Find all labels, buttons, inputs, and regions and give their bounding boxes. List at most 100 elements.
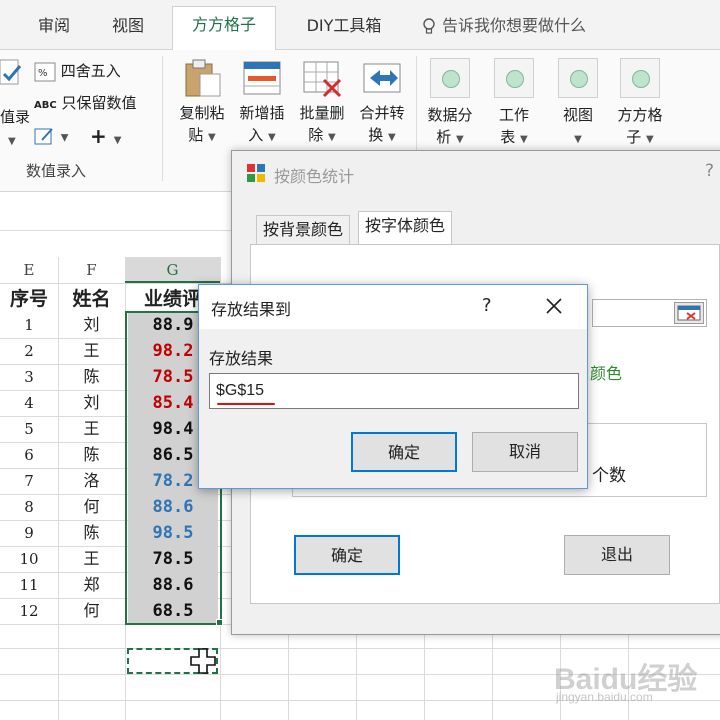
tab-by-background-color[interactable]: 按背景颜色 (256, 215, 351, 245)
batch-delete-label-1: 批量删 (299, 104, 345, 122)
cell-row-number[interactable]: 3 (0, 364, 58, 390)
grid-line (0, 648, 720, 649)
round-icon: % (34, 62, 56, 81)
insert-label-1: 新增插 (239, 104, 285, 122)
cell-row-number[interactable]: 1 (0, 312, 58, 338)
close-button[interactable] (537, 290, 571, 322)
data-analysis-label-1: 数据分 (427, 106, 473, 124)
cell-name[interactable]: 何 (58, 494, 125, 520)
tab-review[interactable]: 审阅 (26, 8, 82, 50)
column-header-e[interactable]: E (0, 257, 58, 283)
cell-name[interactable]: 王 (58, 338, 125, 364)
cell-row-number[interactable]: 7 (0, 468, 58, 494)
worksheet-label-1: 工作 (498, 106, 529, 124)
chevron-down-icon: ▼ (8, 136, 16, 147)
fangfanggezi-icon (620, 58, 660, 98)
tab-view[interactable]: 视图 (100, 8, 156, 50)
grid-line (288, 635, 289, 720)
tell-me-box[interactable]: 告诉我你想要做什么 (422, 8, 586, 44)
header-cell-no[interactable]: 序号 (0, 286, 58, 312)
chevron-down-icon: ▼ (208, 132, 216, 143)
copy-paste-button[interactable]: 复制粘 贴 ▼ (172, 58, 232, 149)
confirm-button[interactable]: 确定 (351, 432, 457, 472)
tab-diy-toolbox[interactable]: DIY工具箱 (290, 8, 398, 50)
insert-rows-icon (240, 58, 284, 98)
column-header-g[interactable]: G (125, 257, 220, 283)
range-picker-button[interactable] (674, 302, 704, 324)
chevron-down-icon: ▼ (574, 134, 582, 145)
add-button[interactable]: + ▼ (90, 124, 121, 148)
merge-icon (360, 58, 404, 98)
cell-row-number[interactable]: 6 (0, 442, 58, 468)
data-analysis-button[interactable]: 数据分 析 ▼ (424, 58, 476, 151)
round-button[interactable]: % 四舍五入 (34, 60, 121, 82)
ok-button[interactable]: 确定 (294, 535, 400, 575)
cell-name[interactable]: 陈 (58, 442, 125, 468)
grid-line (356, 635, 357, 720)
fill-handle[interactable] (216, 619, 223, 626)
fangfanggezi-label-2: 子 (626, 128, 642, 146)
header-cell-name[interactable]: 姓名 (58, 286, 125, 312)
grid-line (492, 635, 493, 720)
worksheet-icon (494, 58, 534, 98)
watermark-url: jingyan.baidu.com (556, 690, 653, 704)
cell-name[interactable]: 陈 (58, 364, 125, 390)
cell-name[interactable]: 洛 (58, 468, 125, 494)
cell-name[interactable]: 陈 (58, 520, 125, 546)
cell-name[interactable]: 王 (58, 546, 125, 572)
tab-by-font-color[interactable]: 按字体颜色 (358, 211, 453, 245)
abc-icon: ABC (34, 100, 57, 111)
cell-name[interactable]: 刘 (58, 312, 125, 338)
help-button[interactable]: ? (705, 161, 714, 181)
cell-name[interactable]: 何 (58, 598, 125, 624)
view-label-1: 视图 (562, 106, 593, 124)
cell-row-number[interactable]: 4 (0, 390, 58, 416)
cell-row-number[interactable]: 10 (0, 546, 58, 572)
svg-text:%: % (38, 68, 48, 79)
exit-button[interactable]: 退出 (564, 535, 670, 575)
tab-fangfanggezi[interactable]: 方方格子 (172, 6, 276, 51)
cell-row-number[interactable]: 5 (0, 416, 58, 442)
ribbon-separator (162, 56, 163, 181)
merge-convert-label-2: 换 (368, 126, 384, 144)
range-input[interactable] (592, 299, 707, 327)
fangfanggezi-button[interactable]: 方方格 子 ▼ (614, 58, 666, 151)
column-header-f[interactable]: F (58, 257, 125, 283)
keep-value-button[interactable]: ABC 只保留数值 (34, 92, 137, 113)
cell-row-number[interactable]: 12 (0, 598, 58, 624)
color-count-title: 按颜色统计 (274, 167, 355, 186)
font-color-option-label: 颜色 (590, 364, 623, 383)
cell-row-number[interactable]: 8 (0, 494, 58, 520)
data-analysis-icon (430, 58, 470, 98)
chevron-down-icon: ▼ (520, 134, 528, 145)
merge-convert-button[interactable]: 合并转 换 ▼ (352, 58, 412, 149)
store-result-label: 存放结果 (209, 349, 274, 368)
cell-row-number[interactable]: 11 (0, 572, 58, 598)
range-picker-icon (677, 305, 701, 321)
help-button[interactable]: ? (482, 295, 492, 316)
edit-icon (34, 128, 53, 145)
cell-row-number[interactable]: 9 (0, 520, 58, 546)
batch-delete-button[interactable]: 批量删 除 ▼ (292, 58, 352, 149)
cell-cursor-icon (190, 648, 216, 678)
cancel-button[interactable]: 取消 (472, 432, 578, 472)
insert-label-2: 入 (248, 126, 264, 144)
cell-name[interactable]: 刘 (58, 390, 125, 416)
partial-left-icon[interactable] (0, 58, 24, 92)
cell-name[interactable]: 王 (58, 416, 125, 442)
chevron-down-icon: ▼ (113, 135, 122, 146)
partial-left-label: 值录 (0, 108, 31, 126)
app-icon (246, 163, 266, 187)
insert-button[interactable]: 新增插 入 ▼ (232, 58, 292, 149)
cell-row-number[interactable]: 2 (0, 338, 58, 364)
copy-paste-label-2: 贴 (188, 126, 204, 144)
worksheet-button[interactable]: 工作 表 ▼ (488, 58, 540, 151)
cell-name[interactable]: 郑 (58, 572, 125, 598)
clipboard-icon (180, 58, 224, 98)
grid-line (424, 635, 425, 720)
red-underline-annotation (217, 403, 275, 405)
edit-dropdown-button[interactable]: ▼ (34, 126, 68, 146)
view-button[interactable]: 视图 ▼ (552, 58, 604, 151)
copy-paste-label-1: 复制粘 (179, 104, 225, 122)
store-result-dialog: 存放结果到 ? 存放结果 $G$15 确定 取消 (198, 284, 588, 489)
